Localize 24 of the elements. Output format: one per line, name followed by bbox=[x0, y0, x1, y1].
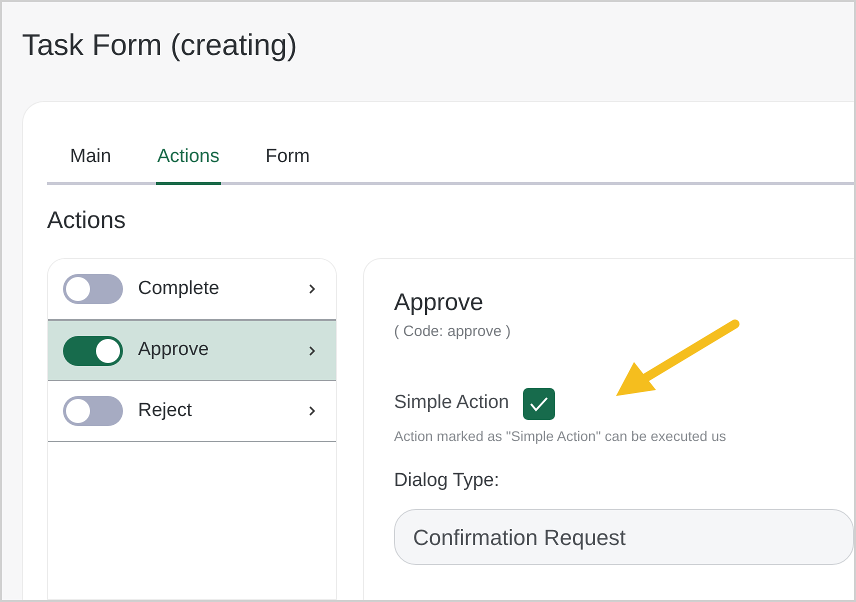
section-title: Actions bbox=[47, 206, 126, 236]
tab[interactable]: Actions bbox=[156, 132, 220, 185]
tab[interactable]: Main bbox=[69, 132, 112, 185]
chevron-right-icon bbox=[308, 405, 316, 417]
tab[interactable]: Form bbox=[264, 132, 311, 185]
action-label: Complete bbox=[138, 276, 220, 301]
action-list-item[interactable]: Complete bbox=[48, 259, 336, 320]
chevron-right-icon bbox=[308, 344, 316, 356]
dialog-type-select[interactable]: Confirmation Request bbox=[394, 509, 854, 565]
action-list-item[interactable]: Approve bbox=[48, 320, 336, 381]
toggle-switch[interactable] bbox=[63, 396, 123, 426]
page-title: Task Form (creating) bbox=[22, 28, 298, 64]
checkbox[interactable] bbox=[523, 388, 556, 420]
checkmark-icon bbox=[529, 396, 550, 412]
action-label: Reject bbox=[138, 398, 193, 423]
simple-action-hint: Action marked as "Simple Action" can be executed us bbox=[394, 426, 726, 446]
simple-action-label: Simple Action bbox=[394, 391, 510, 416]
chevron-right-icon bbox=[308, 283, 316, 295]
action-title: Approve bbox=[394, 288, 484, 318]
action-code: ( Code: approve ) bbox=[394, 322, 511, 342]
action-label: Approve bbox=[138, 338, 210, 362]
toggle-switch[interactable] bbox=[63, 336, 123, 366]
toggle-switch[interactable] bbox=[63, 274, 123, 304]
dialog-type-label: Dialog Type: bbox=[394, 468, 500, 492]
